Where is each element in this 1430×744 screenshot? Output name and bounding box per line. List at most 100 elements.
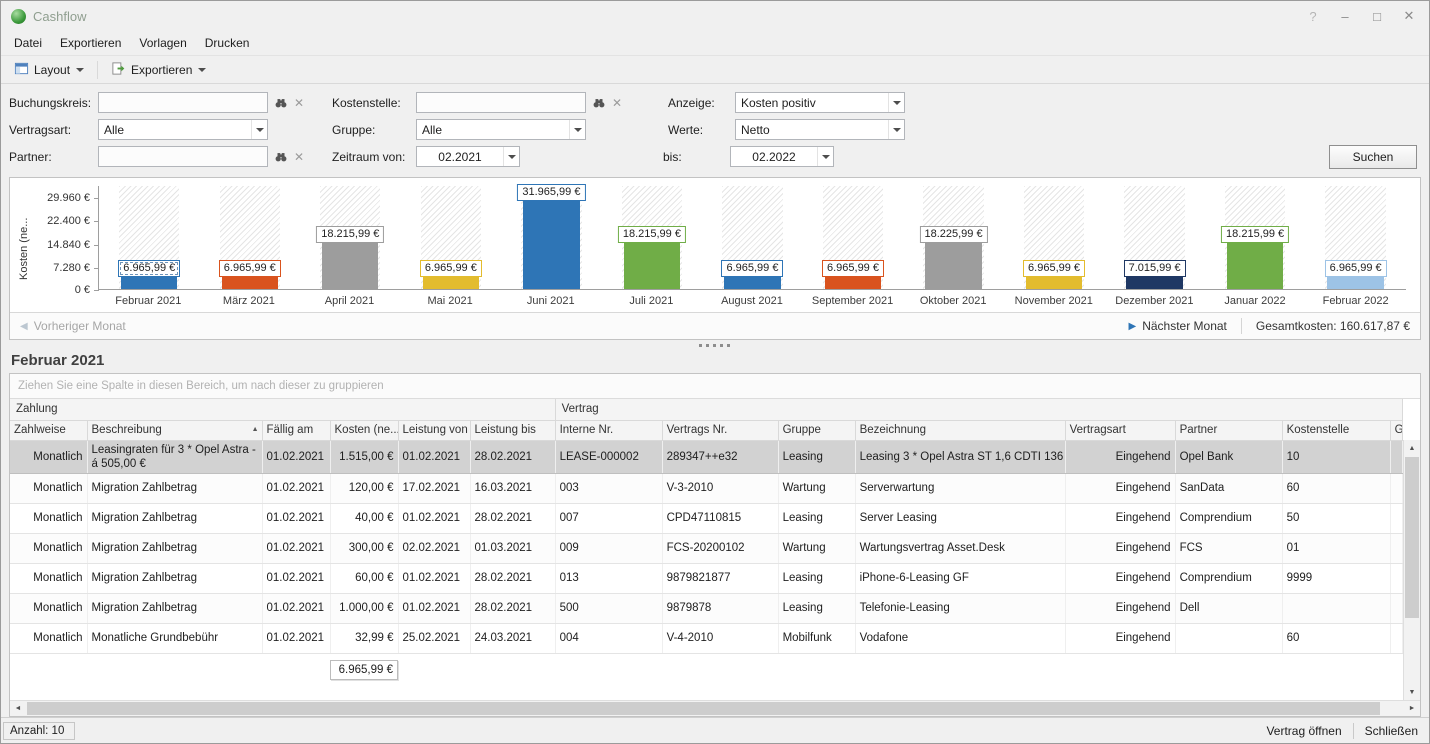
cell[interactable]: 01.02.2021 xyxy=(262,563,331,594)
menu-vorlagen[interactable]: Vorlagen xyxy=(130,33,195,53)
cell[interactable]: Monatlich xyxy=(10,533,88,564)
chart-bar-value-label[interactable]: 7.015,99 € xyxy=(1123,259,1186,277)
cell[interactable] xyxy=(1390,533,1404,564)
cell[interactable]: 004 xyxy=(555,623,663,654)
cell[interactable]: 28.02.2021 xyxy=(470,563,556,594)
cell[interactable]: 1.515,00 € xyxy=(330,440,399,474)
cell[interactable]: 02.02.2021 xyxy=(398,533,471,564)
cell[interactable]: Vodafone xyxy=(855,623,1066,654)
cell[interactable]: Leasingraten für 3 * Opel Astra - á 505,… xyxy=(87,440,263,474)
werte-dropdown[interactable]: Netto xyxy=(735,119,905,140)
cell[interactable]: Migration Zahlbetrag xyxy=(87,503,263,534)
chart-bar-value-label[interactable]: 18.215,99 € xyxy=(316,225,385,243)
cell[interactable]: 007 xyxy=(555,503,663,534)
cell[interactable] xyxy=(1390,503,1404,534)
scroll-up-icon[interactable]: ▲ xyxy=(1404,440,1420,456)
previous-month-button[interactable]: ◀ Vorheriger Monat xyxy=(20,319,126,333)
chart-bar-value-label[interactable]: 6.965,99 € xyxy=(419,259,482,277)
clear-icon[interactable]: ✕ xyxy=(612,96,622,110)
cell[interactable]: Eingehend xyxy=(1065,503,1176,534)
chart-bar-value-label[interactable]: 6.965,99 € xyxy=(218,259,281,277)
cell[interactable]: 003 xyxy=(555,473,663,504)
column-header[interactable]: Leistung bis xyxy=(470,420,556,441)
cell[interactable]: Migration Zahlbetrag xyxy=(87,473,263,504)
column-header[interactable]: Bezeichnung xyxy=(855,420,1066,441)
cell[interactable]: Telefonie-Leasing xyxy=(855,593,1066,624)
cell[interactable]: 01.02.2021 xyxy=(262,533,331,564)
cell[interactable]: Opel Bank xyxy=(1175,440,1283,474)
cell[interactable]: 009 xyxy=(555,533,663,564)
column-header[interactable]: Gruppe xyxy=(778,420,856,441)
cell[interactable]: 40,00 € xyxy=(330,503,399,534)
cell[interactable]: 01.02.2021 xyxy=(398,503,471,534)
cell[interactable]: 25.02.2021 xyxy=(398,623,471,654)
close-button[interactable]: ✕ xyxy=(1393,3,1425,29)
menu-exportieren[interactable]: Exportieren xyxy=(51,33,130,53)
cell[interactable]: Mobilfunk xyxy=(778,623,856,654)
cell[interactable]: Server Leasing xyxy=(855,503,1066,534)
cell[interactable]: 01.02.2021 xyxy=(262,593,331,624)
cell[interactable] xyxy=(1390,563,1404,594)
cell[interactable]: 60 xyxy=(1282,623,1391,654)
search-binoculars-icon[interactable] xyxy=(274,96,288,110)
cell[interactable]: 013 xyxy=(555,563,663,594)
chart-bar-value-label[interactable]: 6.965,99 € xyxy=(1324,259,1387,277)
cell[interactable]: 24.03.2021 xyxy=(470,623,556,654)
chart-bar-value-label[interactable]: 6.965,99 € xyxy=(721,259,784,277)
table-row[interactable]: Monatlich Migration Zahlbetrag 01.02.2021 1… xyxy=(10,593,1404,624)
band-header[interactable]: Vertrag xyxy=(555,399,1404,421)
cell[interactable]: 01.02.2021 xyxy=(262,440,331,474)
cell[interactable]: 28.02.2021 xyxy=(470,593,556,624)
cell[interactable]: 289347++e32 xyxy=(662,440,779,474)
vertical-scrollbar-thumb[interactable] xyxy=(1405,457,1419,619)
table-row[interactable]: Monatlich Monatliche Grundbebühr 01.02.202… xyxy=(10,623,1404,654)
cell[interactable]: Monatlich xyxy=(10,473,88,504)
column-header[interactable]: Leistung von xyxy=(398,420,471,441)
cell[interactable] xyxy=(1282,593,1391,624)
cell[interactable]: 120,00 € xyxy=(330,473,399,504)
cell[interactable]: V-3-2010 xyxy=(662,473,779,504)
cell[interactable]: Eingehend xyxy=(1065,440,1176,474)
cell[interactable]: 28.02.2021 xyxy=(470,440,556,474)
cell[interactable]: V-4-2010 xyxy=(662,623,779,654)
cell[interactable]: Leasing xyxy=(778,563,856,594)
schliessen-button[interactable]: Schließen xyxy=(1354,724,1429,738)
buchungskreis-input[interactable] xyxy=(98,92,268,113)
cell[interactable]: 28.02.2021 xyxy=(470,503,556,534)
cell[interactable]: 50 xyxy=(1282,503,1391,534)
cell[interactable]: 32,99 € xyxy=(330,623,399,654)
cell[interactable]: 60 xyxy=(1282,473,1391,504)
cell[interactable]: 9999 xyxy=(1282,563,1391,594)
scroll-down-icon[interactable]: ▼ xyxy=(1404,684,1420,700)
column-header[interactable]: Gül... xyxy=(1390,420,1404,441)
cell[interactable]: 01 xyxy=(1282,533,1391,564)
cell[interactable]: Migration Zahlbetrag xyxy=(87,593,263,624)
cell[interactable]: 01.02.2021 xyxy=(398,440,471,474)
clear-icon[interactable]: ✕ xyxy=(294,96,304,110)
cell[interactable]: Monatliche Grundbebühr xyxy=(87,623,263,654)
cell[interactable] xyxy=(1390,473,1404,504)
column-header[interactable]: Vertragsart xyxy=(1065,420,1176,441)
horizontal-scrollbar-thumb[interactable] xyxy=(27,702,1380,715)
cell[interactable]: Eingehend xyxy=(1065,533,1176,564)
cell[interactable]: 9879878 xyxy=(662,593,779,624)
chart-bar-value-label[interactable]: 18.215,99 € xyxy=(1221,225,1290,243)
cell[interactable]: Monatlich xyxy=(10,563,88,594)
cell[interactable]: Comprendium xyxy=(1175,563,1283,594)
cell[interactable]: Wartungsvertrag Asset.Desk xyxy=(855,533,1066,564)
cell[interactable]: Leasing xyxy=(778,593,856,624)
scroll-left-icon[interactable]: ◄ xyxy=(10,701,26,716)
cell[interactable]: CPD47110815 xyxy=(662,503,779,534)
minimize-button[interactable]: – xyxy=(1329,3,1361,29)
chart-bar-value-label[interactable]: 18.225,99 € xyxy=(919,225,988,243)
vertragsart-dropdown[interactable]: Alle xyxy=(98,119,268,140)
cell[interactable] xyxy=(1390,440,1404,474)
cell[interactable]: Serverwartung xyxy=(855,473,1066,504)
cell[interactable]: Wartung xyxy=(778,533,856,564)
zeitraum-von-dropdown[interactable]: 02.2021 xyxy=(416,146,520,167)
cell[interactable]: Monatlich xyxy=(10,503,88,534)
cell[interactable]: SanData xyxy=(1175,473,1283,504)
layout-button[interactable]: Layout xyxy=(7,58,91,82)
cell[interactable] xyxy=(1390,593,1404,624)
column-header[interactable]: Fällig am xyxy=(262,420,331,441)
